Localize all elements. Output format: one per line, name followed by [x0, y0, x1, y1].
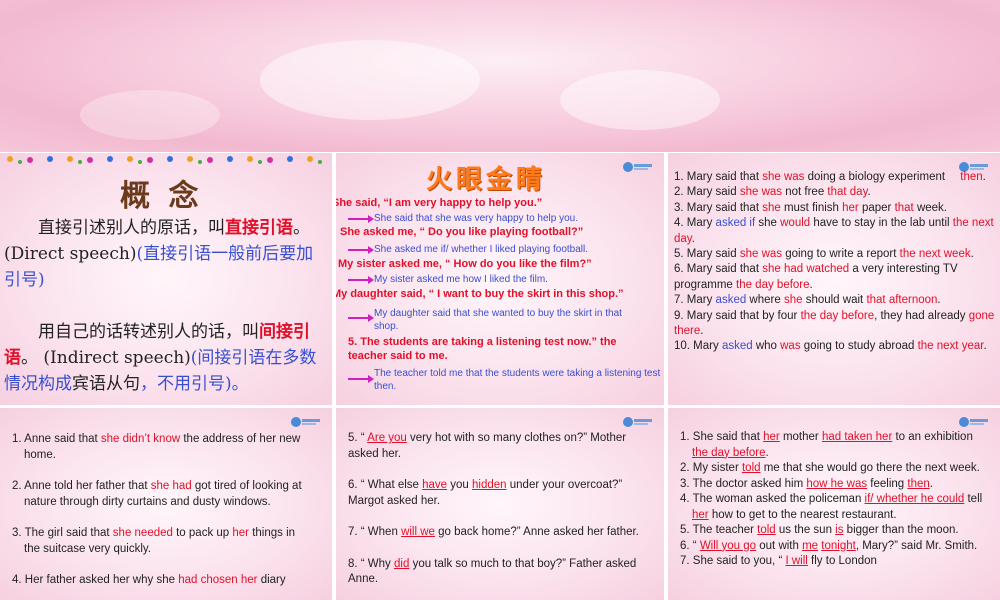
direct-speech: 5. The students are taking a listening t… [348, 336, 617, 362]
slide-concept: 概 念 直接引述别人的原话，叫直接引语。 (Direct speech)(直接引… [0, 153, 332, 405]
indirect-speech: She said that she was very happy to help… [374, 213, 579, 224]
flower-border [7, 156, 322, 164]
sentence: 6. “ What else have you hidden under you… [348, 479, 623, 507]
sentence: 4. Her father asked her why she had chos… [12, 574, 286, 586]
sentence: 7. “ When will we go back home?” Anne as… [348, 526, 639, 538]
sentence: 2. Mary said she was not free that day. [674, 186, 871, 199]
sentence: 10. Mary asked who was going to study ab… [674, 340, 987, 353]
slide-questions: 5. “ Are you very hot with so many cloth… [336, 408, 664, 600]
logo-icon [959, 417, 988, 427]
banner-glow [260, 40, 480, 120]
arrow-icon [348, 314, 374, 322]
sentence: 7. She said to you, “ I will fly to Lond… [680, 555, 877, 567]
slide-fire-eyes: 火眼金睛 She said, “I am very happy to help … [336, 153, 664, 405]
sentence: 3. The girl said that she needed to pack… [12, 527, 296, 555]
indirect-speech: My daughter said that she wanted to buy … [374, 308, 622, 332]
note: ，不用引号)。 [140, 374, 249, 394]
banner-glow [80, 90, 220, 140]
direct-speech: My daughter said, “ I want to buy the sk… [336, 288, 624, 300]
slide-title: 火眼金睛 [426, 165, 547, 195]
slide-mary-said: 1. Mary said that she was doing a biolog… [668, 153, 1000, 405]
direct-speech: She said, “I am very happy to help you.” [336, 197, 543, 209]
indirect-speech: She asked me if/ whether I liked playing… [374, 244, 589, 255]
sentence: 8. “ Why did you talk so much to that bo… [348, 557, 637, 586]
arrow-icon [348, 215, 374, 223]
arrow-icon [348, 246, 374, 254]
slide-anne: 1. Anne said that she didn’t know the ad… [0, 408, 332, 600]
sentence: 1. Anne said that she didn’t know the ad… [12, 433, 301, 461]
term-direct: 直接引语 [225, 218, 293, 238]
slide-title: 概 念 [120, 179, 203, 214]
direct-speech: She asked me, “ Do you like playing foot… [340, 226, 584, 238]
logo-icon [291, 417, 320, 427]
slide-answers: 1. She said that her mother had taken he… [668, 408, 1000, 600]
sentence: 4. The woman asked the policeman if/ whe… [680, 493, 983, 521]
sentence: 7. Mary asked where she should wait that… [674, 294, 941, 307]
sentence: 5. Mary said she was going to write a re… [674, 248, 974, 261]
sentence: 2. My sister told me that she would go t… [680, 462, 980, 474]
top-banner [0, 0, 1000, 152]
sentence: 2. Anne told her father that she had got… [12, 480, 302, 508]
text: 用自己的话转述别人的话，叫 [38, 322, 259, 342]
logo-icon [623, 417, 652, 427]
sentence: 6. Mary said that she had watched a very… [674, 263, 958, 291]
sentence: 5. “ Are you very hot with so many cloth… [348, 432, 627, 460]
text: 。 (Indirect speech) [21, 348, 191, 368]
indirect-speech: The teacher told me that the students we… [374, 368, 661, 392]
text: 宾语从句 [72, 374, 140, 394]
sentence: 1. Mary said that she was doing a biolog… [674, 171, 986, 183]
logo-icon [623, 162, 652, 172]
indirect-speech: My sister asked me how I liked the film. [374, 274, 548, 285]
sentence: 9. Mary said that by four the day before… [674, 309, 995, 338]
direct-speech: My sister asked me, “ How do you like th… [338, 258, 592, 270]
sentence: 4. Mary asked if she would have to stay … [674, 217, 994, 245]
sentence: 3. The doctor asked him how he was feeli… [680, 477, 933, 490]
sentence: 5. The teacher told us the sun is bigger… [680, 524, 959, 536]
sentence: 6. “ Will you go out with me tonight, Ma… [680, 539, 978, 552]
sentence: 3. Mary said that she must finish her pa… [674, 201, 947, 214]
sentence: 1. She said that her mother had taken he… [680, 431, 973, 459]
text: 直接引述别人的原话，叫 [38, 218, 225, 238]
banner-glow [560, 70, 720, 130]
arrow-icon [348, 276, 374, 284]
arrow-icon [348, 375, 374, 383]
